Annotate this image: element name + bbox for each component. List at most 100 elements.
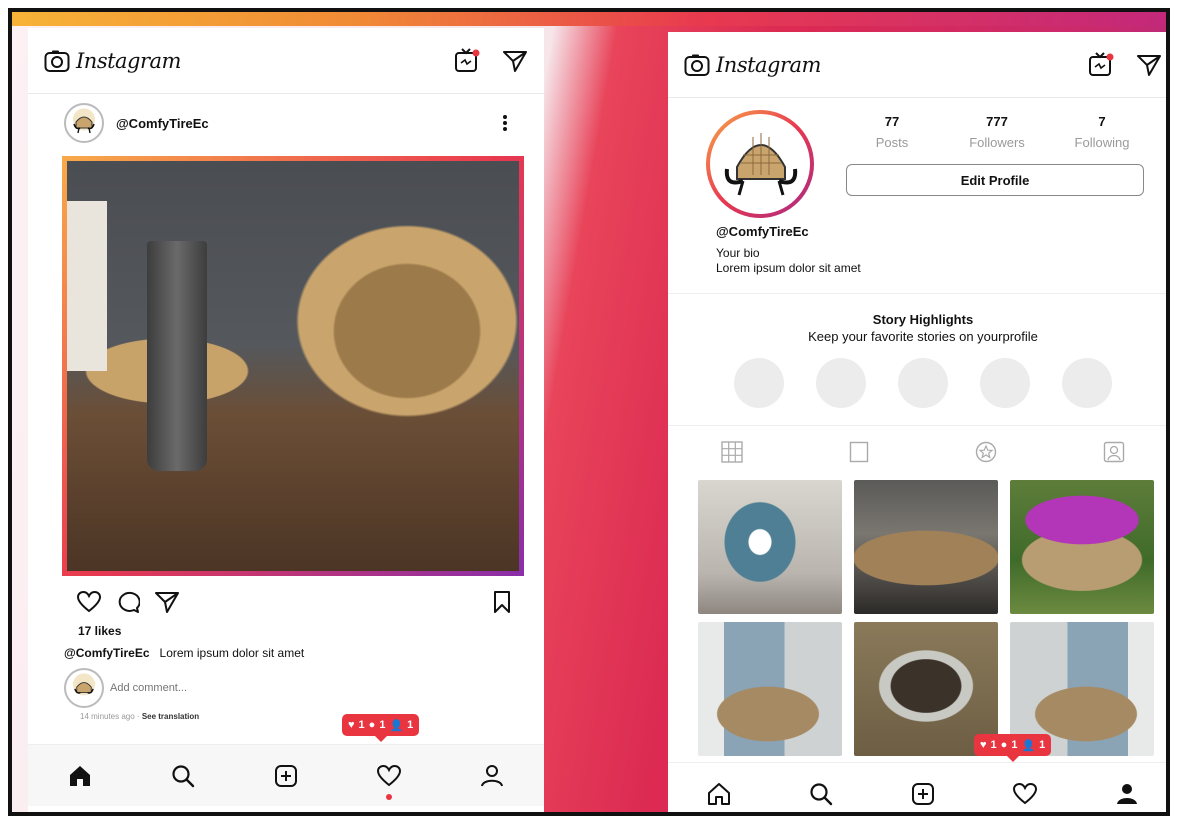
highlight-circle[interactable] [898, 358, 948, 408]
tab-feed[interactable] [849, 441, 869, 463]
profile-screen: Instagram 77 Posts 777 Followers 7 Follo… [668, 32, 1166, 813]
posts-label: Posts [875, 135, 909, 150]
bottom-nav [668, 762, 1166, 813]
comment-row [64, 668, 290, 708]
bottom-nav [28, 744, 544, 806]
home-icon [69, 765, 90, 786]
home-icon [708, 782, 730, 805]
comment-input[interactable] [110, 682, 290, 694]
post-image-table [147, 241, 207, 471]
stat-followers[interactable]: 777 Followers [957, 114, 1037, 150]
nav-search[interactable] [801, 774, 841, 813]
profile-bio: Your bio Lorem ipsum dolor sit amet [716, 246, 861, 276]
share-icon[interactable] [154, 590, 180, 614]
single-post-icon [849, 441, 869, 463]
stat-following[interactable]: 7 Following [1062, 114, 1142, 150]
following-label: Following [1074, 135, 1130, 150]
stat-posts[interactable]: 77 Posts [852, 114, 932, 150]
camera-icon[interactable] [44, 49, 70, 73]
post-time: 14 minutes ago [80, 712, 135, 721]
highlights-title: Story Highlights [872, 312, 974, 327]
activity-notification-pill[interactable]: ♥ 1 ● 1 👤 1 [342, 714, 420, 742]
tagged-person-icon [1103, 441, 1125, 463]
camera-icon[interactable] [684, 53, 710, 77]
nav-profile[interactable] [472, 756, 512, 796]
bio-text: Lorem ipsum dolor sit amet [716, 261, 861, 275]
like-heart-icon[interactable] [76, 590, 102, 614]
posts-count: 77 [884, 114, 900, 129]
showcase-frame: Instagram @ComfyTireEc 17 likes @ComfyTi… [8, 8, 1170, 816]
heart-icon [1012, 782, 1038, 804]
heart-icon: ♥ [980, 739, 987, 751]
profile-icon [1117, 783, 1137, 804]
comment-icon[interactable] [116, 590, 140, 614]
followers-notif-count: 1 [407, 719, 414, 731]
grid-icon [721, 441, 743, 463]
ig-brand[interactable]: Instagram [684, 53, 821, 77]
likes-count[interactable]: 17 likes [78, 624, 121, 638]
followers-notif-count: 1 [1039, 739, 1046, 751]
profile-info: 77 Posts 777 Followers 7 Following Edit … [668, 98, 1166, 294]
add-post-icon [912, 782, 934, 805]
app-logo: Instagram [76, 48, 181, 73]
send-icon[interactable] [502, 49, 528, 73]
nav-add-post[interactable] [266, 756, 306, 796]
highlight-circle[interactable] [980, 358, 1030, 408]
post-image[interactable] [62, 156, 524, 576]
nav-search[interactable] [163, 756, 203, 796]
highlight-circle[interactable] [734, 358, 784, 408]
highlight-circle[interactable] [816, 358, 866, 408]
story-highlights: Story Highlights Keep your favorite stor… [668, 294, 1166, 426]
post-username[interactable]: @ComfyTireEc [116, 116, 209, 131]
nav-home[interactable] [60, 756, 100, 796]
igtv-icon[interactable] [454, 47, 480, 74]
profile-tabs [668, 430, 1166, 474]
comment-bubble-icon: ● [368, 719, 376, 731]
tab-tagged[interactable] [1103, 441, 1125, 463]
chair-logo-icon [74, 682, 94, 694]
nav-add-post[interactable] [903, 774, 943, 813]
profile-stats: 77 Posts 777 Followers 7 Following [852, 114, 1142, 150]
ig-brand[interactable]: Instagram [44, 49, 181, 73]
avatar[interactable] [64, 103, 104, 143]
post-timestamp: 14 minutes ago · See translation [80, 712, 200, 721]
nav-activity[interactable] [1005, 774, 1045, 812]
likes-notif-count: 1 [358, 719, 365, 731]
bookmark-icon[interactable] [492, 590, 512, 614]
highlight-circle[interactable] [1062, 358, 1112, 408]
comment-bubble-icon: ● [1000, 739, 1008, 751]
following-count: 7 [1098, 114, 1106, 129]
followers-label: Followers [969, 135, 1025, 150]
edit-profile-button[interactable]: Edit Profile [846, 164, 1144, 196]
post-actions [76, 584, 512, 620]
more-options-icon[interactable] [502, 114, 508, 132]
grid-post[interactable] [854, 480, 998, 614]
post-caption: @ComfyTireEc Lorem ipsum dolor sit amet [64, 646, 304, 660]
followers-count: 777 [986, 114, 1008, 129]
post-image-wall [67, 201, 107, 371]
activity-dot [386, 793, 393, 800]
grid-post[interactable] [698, 622, 842, 756]
profile-username: @ComfyTireEc [716, 224, 809, 239]
highlights-subtitle: Keep your favorite stories on yourprofil… [808, 329, 1038, 344]
nav-home[interactable] [699, 774, 739, 813]
profile-avatar[interactable] [706, 110, 814, 218]
activity-notification-pill[interactable]: ♥ 1 ● 1 👤 1 [974, 734, 1052, 762]
post-header: @ComfyTireEc [28, 94, 544, 152]
star-circle-icon [975, 441, 997, 463]
tab-grid[interactable] [721, 441, 743, 463]
grid-post[interactable] [1010, 480, 1154, 614]
nav-profile[interactable] [1107, 774, 1147, 813]
activity-dot [1022, 811, 1028, 812]
nav-activity[interactable] [369, 756, 409, 800]
tab-favorites[interactable] [975, 441, 997, 463]
bio-title: Your bio [716, 246, 760, 260]
grid-post[interactable] [698, 480, 842, 614]
caption-username[interactable]: @ComfyTireEc [64, 646, 150, 660]
profile-header: Instagram [668, 32, 1166, 98]
search-icon [810, 782, 833, 805]
send-icon[interactable] [1136, 53, 1162, 77]
see-translation-link[interactable]: See translation [142, 712, 199, 721]
search-icon [172, 764, 194, 787]
igtv-icon[interactable] [1088, 51, 1114, 78]
